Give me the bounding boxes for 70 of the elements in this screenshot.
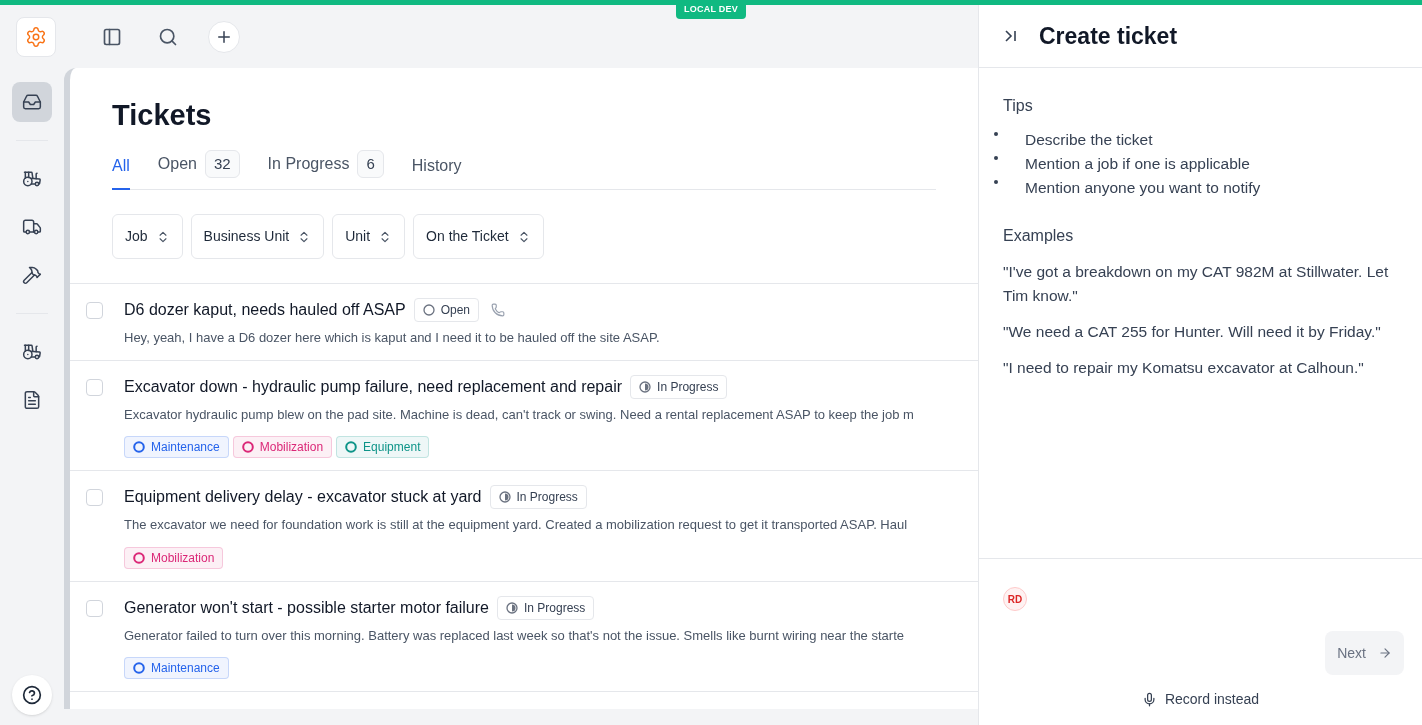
status-badge: Open [413,298,480,322]
microphone-icon [1141,692,1157,707]
ticket-title[interactable]: Excavator down - hydraulic pump failure, need replacement and repair [124,374,623,399]
tractor-icon [22,342,42,362]
filter-dropdown[interactable]: Job [112,214,183,259]
tractor-icon [22,169,42,189]
record-instead-button[interactable]: Record instead [1141,689,1260,710]
tip-text: Describe the ticket [1025,130,1153,150]
ticket-description: Hey, yeah, I have a D6 dozer here which is kaput and I need it to be hauled off the site ASAP. [124,329,660,347]
status-badge: In Progress [497,595,595,620]
ticket-description: The excavator we need for foundation work is still at the equipment yard. Created a mobilization request to get it transported ASAP. Haul [124,516,908,534]
category-tag: Mobilization [232,436,333,458]
ticket-description: Generator failed to turn over this morning. Battery was replaced last week so that's not the issue. Smells like burnt wiring near the starte [124,626,904,645]
ticket-title[interactable]: Equipment delivery delay - excavator stuck at yard [124,485,482,509]
add-button[interactable] [208,20,240,53]
category-tag: Equipment [336,436,430,458]
row-checkbox[interactable] [86,302,103,319]
user-avatar: RD [1003,587,1027,611]
tab[interactable]: Open 32 [157,149,240,190]
truck-icon [22,217,42,237]
bullet-icon [994,180,998,184]
tab[interactable]: History [411,154,462,190]
tip-text: Mention a job if one is applicable [1025,154,1250,174]
ticket-description: Excavator hydraulic pump blew on the pad site. Machine is dead, can't track or swing. Need a rental replacement ASAP to keep the job m [124,405,914,424]
row-checkbox[interactable] [86,489,103,506]
tab[interactable]: In Progress 6 [267,149,384,190]
category-tag: Mobilization [124,546,224,569]
row-checkbox[interactable] [86,378,103,396]
tab-label: In Progress [267,153,350,174]
row-checkbox[interactable] [86,599,103,617]
page-title: Tickets [112,98,213,133]
count-badge: 32 [204,149,240,178]
tip-text: Mention anyone you want to notify [1025,178,1261,198]
bullet-icon [994,132,998,136]
hammer-icon [22,265,42,285]
example-text: "We need a CAT 255 for Hunter. Will need it by Friday." [1003,322,1382,342]
count-badge: 6 [357,149,384,178]
inbox-icon [22,92,42,112]
collapse-icon [1003,28,1019,44]
category-tag: Maintenance [124,657,229,679]
tab-label: All [112,156,130,176]
app-logo[interactable] [16,16,56,57]
half-circle-icon [498,491,511,503]
help-icon [22,685,42,705]
tab-label: Open [157,153,197,174]
category-tag: Maintenance [124,436,229,458]
example-text: "I've got a breakdown on my CAT 982M at Stillwater. Let Tim know." [1003,262,1390,306]
ticket-title[interactable]: D6 dozer kaput, needs hauled off ASAP [124,298,406,322]
half-circle-icon [506,601,518,614]
status-badge: In Progress [489,485,587,509]
tips-heading: Tips [1003,96,1034,116]
tab-label: History [411,156,462,176]
sidebar-icon [102,26,122,47]
filter-dropdown[interactable]: On the Ticket [413,214,544,259]
tab[interactable]: All [112,154,130,190]
search-icon [158,26,178,47]
filter-dropdown[interactable]: Business Unit [190,214,325,259]
nav-item[interactable] [12,82,52,122]
examples-heading: Examples [1003,226,1075,246]
bullet-icon [994,156,998,160]
gear-icon [25,25,47,48]
ticket-title[interactable]: Generator won't start - possible starter motor failure [124,595,489,620]
panel-title: Create ticket [1039,21,1178,51]
half-circle-icon [639,380,652,393]
status-badge: In Progress [630,374,728,399]
help-button[interactable] [12,675,52,715]
open-circle-icon [422,304,435,316]
example-text: "I need to repair my Komatsu excavator at Calhoun." [1003,358,1365,378]
filter-dropdown[interactable]: Unit [332,214,406,259]
document-icon [22,390,42,410]
